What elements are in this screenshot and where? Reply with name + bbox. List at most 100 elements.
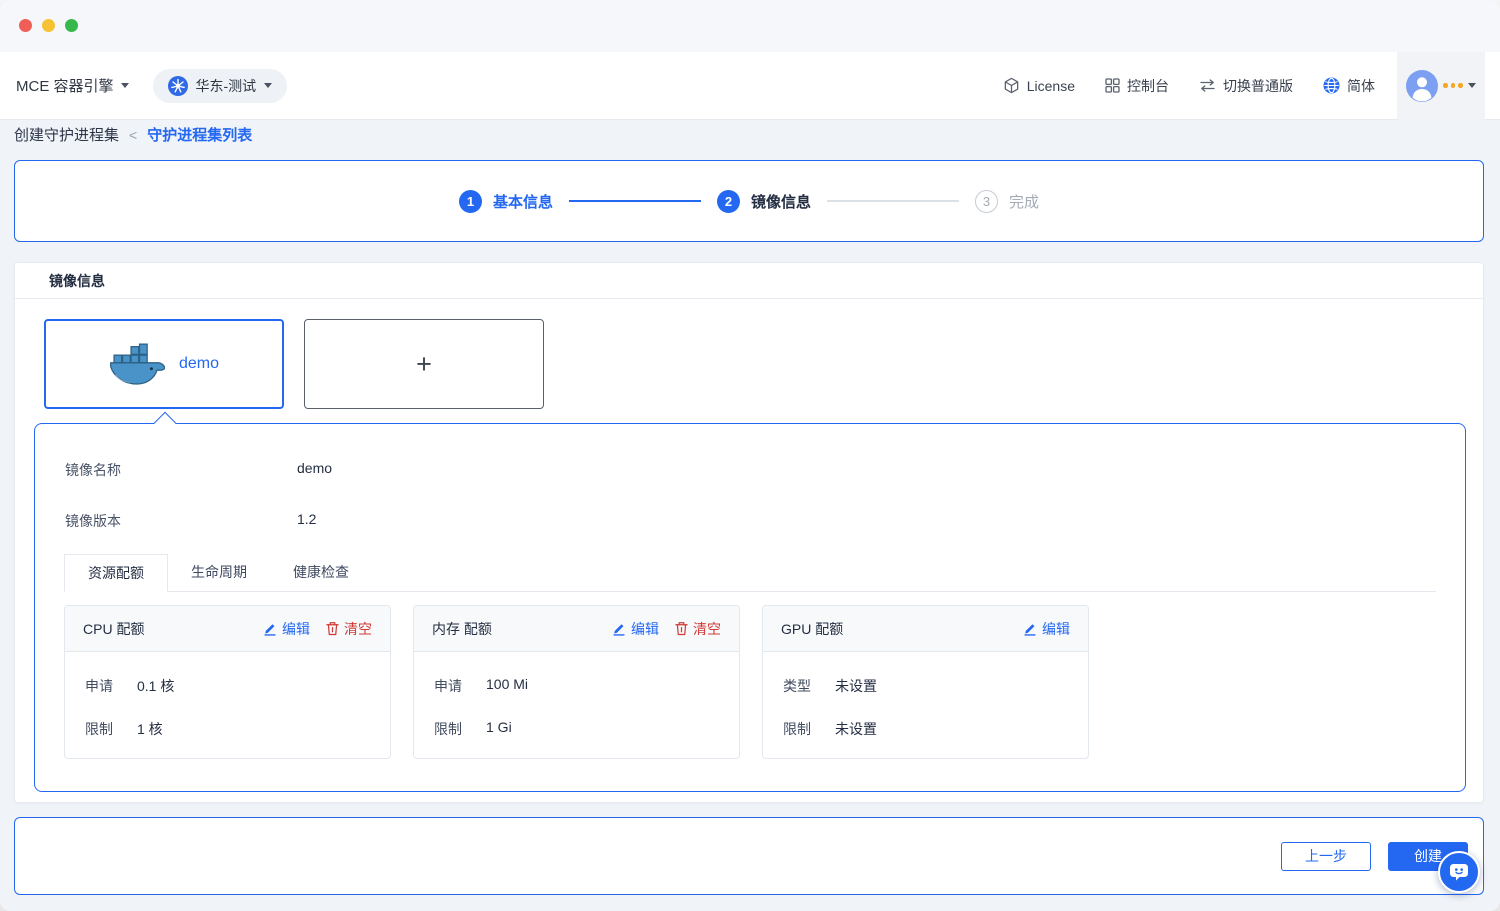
field-label: 镜像名称 (65, 462, 121, 478)
close-window-button[interactable] (19, 19, 32, 32)
globe-icon (1323, 77, 1340, 94)
memory-quota-header: 内存 配额 编辑 清空 (414, 606, 739, 652)
quota-title: CPU 配额 (83, 620, 145, 637)
quota-row-label: 申请 (434, 678, 462, 694)
edit-label: 编辑 (1042, 620, 1070, 637)
image-detail-panel: 镜像名称 demo 镜像版本 1.2 资源配额 生命周期 健康检查 CPU 配额 (34, 411, 1466, 792)
minimize-window-button[interactable] (42, 19, 55, 32)
clear-label: 清空 (344, 620, 372, 637)
edit-label: 编辑 (631, 620, 659, 637)
quota-row-label: 限制 (783, 721, 811, 737)
memory-quota-card: 内存 配额 编辑 清空 申请 100 Mi 限制 1 Gi (413, 605, 740, 759)
breadcrumb: 创建守护进程集 < 守护进程集列表 (14, 124, 252, 145)
tab-lifecycle[interactable]: 生命周期 (168, 553, 270, 591)
quota-row-value: 0.1 核 (137, 678, 175, 694)
quota-row-label: 类型 (783, 678, 811, 694)
nav-switch-edition-label: 切换普通版 (1223, 77, 1293, 94)
zoom-window-button[interactable] (65, 19, 78, 32)
quota-row-value: 1 Gi (486, 719, 512, 735)
traffic-lights (19, 19, 78, 32)
switch-arrows-icon (1199, 79, 1216, 92)
memory-edit-button[interactable]: 编辑 (612, 619, 659, 639)
page-title: 创建守护进程集 (14, 127, 120, 144)
wizard-stepper: 1 基本信息 2 镜像信息 3 完成 (14, 160, 1484, 242)
nav-switch-edition[interactable]: 切换普通版 (1199, 76, 1293, 96)
gpu-quota-card: GPU 配额 编辑 类型 未设置 限制 未设置 (762, 605, 1089, 759)
nav-console-label: 控制台 (1127, 77, 1169, 94)
image-name: demo (178, 355, 220, 372)
step-finish: 3 完成 (975, 189, 1040, 213)
ellipsis-dots-icon (1443, 83, 1463, 88)
quota-row: 限制 1 Gi (434, 719, 719, 739)
region-selector[interactable]: 华东-测试 (152, 68, 288, 103)
console-grid-icon (1105, 78, 1120, 93)
quota-row-label: 限制 (434, 721, 462, 737)
step-number: 3 (975, 189, 998, 213)
step-label: 基本信息 (492, 193, 553, 211)
memory-clear-button[interactable]: 清空 (675, 619, 721, 639)
product-title: MCE 容器引擎 (16, 78, 114, 95)
quota-title: 内存 配额 (432, 620, 492, 637)
cpu-clear-button[interactable]: 清空 (326, 619, 372, 639)
image-tile-demo[interactable]: demo (44, 319, 284, 409)
chevron-down-icon (264, 83, 273, 88)
chevron-down-icon (1467, 83, 1476, 88)
edit-label: 编辑 (282, 620, 310, 637)
quota-row-value: 1 核 (137, 721, 163, 737)
field-image-version: 镜像版本 1.2 (65, 511, 316, 531)
add-image-tile[interactable]: + (304, 319, 544, 409)
step-number: 2 (716, 189, 740, 213)
step-label: 镜像信息 (750, 193, 811, 211)
section-title: 镜像信息 (15, 263, 1483, 299)
panel-pointer (153, 411, 177, 435)
plus-icon: + (416, 348, 432, 379)
previous-step-button[interactable]: 上一步 (1281, 841, 1371, 871)
quota-row: 限制 未设置 (783, 719, 1068, 739)
app-window: MCE 容器引擎 华东-测试 License 控制台 切换普通版 简体 创建守护… (0, 0, 1500, 911)
user-menu[interactable] (1397, 51, 1485, 120)
field-image-name: 镜像名称 demo (65, 460, 332, 480)
step-label: 完成 (1009, 193, 1040, 211)
step-image-info: 2 镜像信息 (716, 189, 811, 213)
step-connector (827, 200, 959, 202)
field-value: 1.2 (297, 511, 317, 527)
detail-tabs: 资源配额 生命周期 健康检查 (64, 553, 1436, 592)
window-titlebar (0, 0, 1500, 52)
cpu-edit-button[interactable]: 编辑 (263, 619, 310, 639)
image-tiles: demo + (44, 319, 544, 409)
header-nav: License 控制台 切换普通版 简体 (1003, 76, 1375, 96)
product-switcher[interactable]: MCE 容器引擎 (16, 75, 129, 96)
daemonset-list-link[interactable]: 守护进程集列表 (147, 124, 252, 145)
chevron-down-icon (120, 83, 129, 88)
step-basic-info: 1 基本信息 (458, 189, 553, 213)
tab-health-check[interactable]: 健康检查 (270, 553, 372, 591)
quota-row-value: 100 Mi (486, 676, 529, 692)
nav-console[interactable]: 控制台 (1105, 76, 1169, 96)
kubernetes-icon (167, 75, 188, 96)
avatar-icon (1406, 69, 1439, 102)
license-cube-icon (1003, 77, 1020, 94)
gpu-edit-button[interactable]: 编辑 (1023, 619, 1070, 639)
image-info-card: 镜像信息 demo + 镜像名称 demo 镜像版本 1.2 资源配额 生命周期… (14, 262, 1484, 803)
trash-icon (326, 621, 339, 636)
tab-resource-quota[interactable]: 资源配额 (64, 554, 168, 592)
pencil-icon (263, 621, 277, 636)
app-header: MCE 容器引擎 华东-测试 License 控制台 切换普通版 简体 (0, 51, 1500, 120)
quota-row-label: 申请 (85, 678, 113, 694)
quota-title: GPU 配额 (781, 620, 844, 637)
support-chat-button[interactable] (1438, 851, 1480, 893)
quota-row: 申请 0.1 核 (85, 676, 370, 696)
step-connector (568, 200, 701, 202)
nav-language[interactable]: 简体 (1323, 76, 1375, 96)
quota-cards: CPU 配额 编辑 清空 申请 0.1 核 限制 1 核 内存 配额 编辑 清空… (64, 605, 1089, 759)
nav-license[interactable]: License (1003, 77, 1075, 94)
trash-icon (675, 621, 688, 636)
field-label: 镜像版本 (65, 513, 121, 529)
clear-label: 清空 (693, 620, 721, 637)
cpu-quota-header: CPU 配额 编辑 清空 (65, 606, 390, 652)
breadcrumb-separator: < (129, 126, 138, 143)
gpu-quota-header: GPU 配额 编辑 (763, 606, 1088, 652)
docker-whale-icon (109, 343, 165, 386)
quota-row: 类型 未设置 (783, 676, 1068, 696)
cpu-quota-card: CPU 配额 编辑 清空 申请 0.1 核 限制 1 核 (64, 605, 391, 759)
